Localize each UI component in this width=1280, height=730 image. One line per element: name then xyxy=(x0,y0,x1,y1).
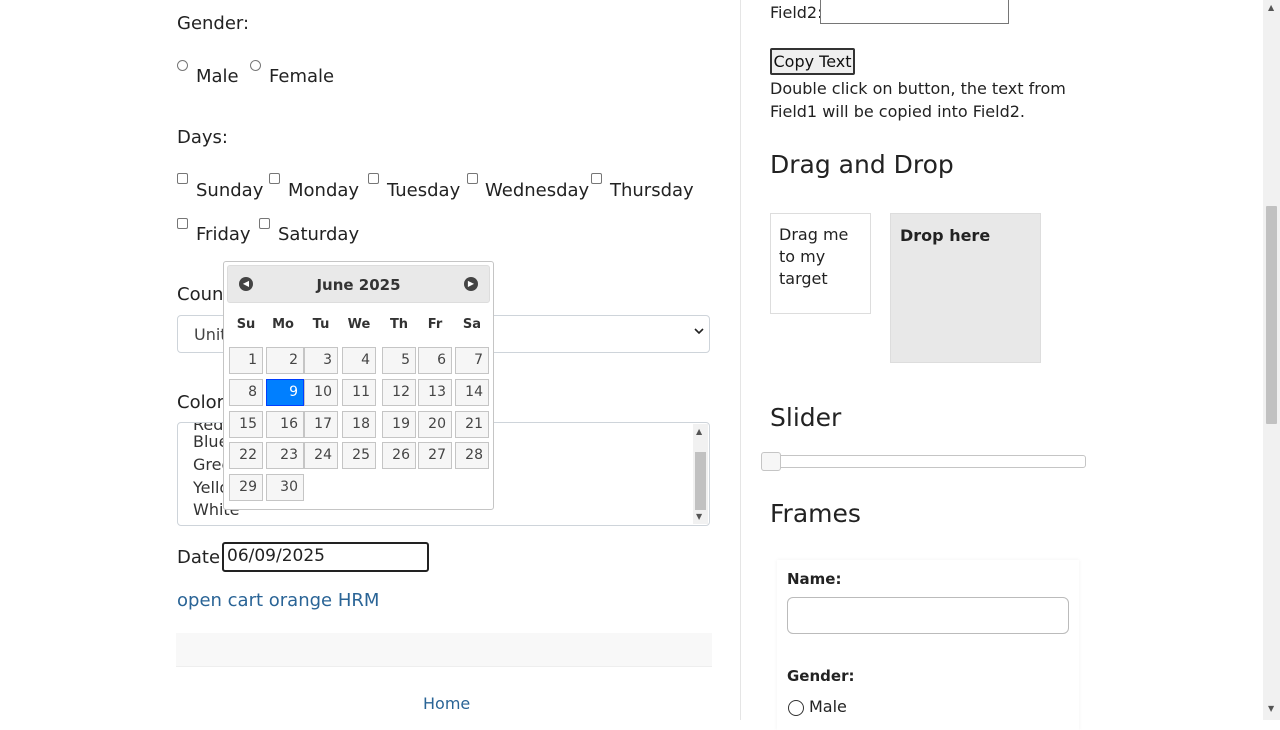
frame-male-label: Male xyxy=(809,697,847,716)
datepicker-day[interactable]: 29 xyxy=(229,474,263,501)
page-scrollbar[interactable]: ▲ ▼ xyxy=(1263,0,1280,720)
copy-help-text: Double click on button, the text from Fi… xyxy=(770,79,1066,121)
gender-male-radio[interactable] xyxy=(177,60,188,71)
field2-input[interactable] xyxy=(820,0,1009,24)
drop-target[interactable]: Drop here xyxy=(890,213,1041,363)
colors-scrollbar[interactable]: ▲ ▼ xyxy=(693,424,708,524)
datepicker-day[interactable]: 10 xyxy=(304,379,338,406)
datepicker-day[interactable]: 30 xyxy=(266,474,304,501)
gender-label: Gender: xyxy=(177,13,250,34)
colors-scroll-thumb[interactable] xyxy=(695,452,706,510)
day-saturday-label: Saturday xyxy=(278,224,360,245)
orange-hrm-link[interactable]: open cart orange HRM xyxy=(177,590,379,611)
day-monday-checkbox[interactable] xyxy=(269,173,280,184)
datepicker-day[interactable]: 18 xyxy=(342,411,376,438)
datepicker-day[interactable]: 5 xyxy=(382,347,416,374)
days-label: Days: xyxy=(177,127,228,148)
day-thursday-checkbox[interactable] xyxy=(591,173,602,184)
slider-heading: Slider xyxy=(770,403,842,432)
frame-male-radio[interactable] xyxy=(788,700,804,716)
gender-male-label: Male xyxy=(196,66,239,87)
frame-name-label: Name: xyxy=(787,570,842,588)
datepicker-day[interactable]: 27 xyxy=(418,442,452,469)
datepicker-day[interactable]: 21 xyxy=(455,411,489,438)
datepicker-day[interactable]: 12 xyxy=(382,379,416,406)
datepicker-day[interactable]: 2 xyxy=(266,347,304,374)
weekday-header: Tu xyxy=(312,317,330,332)
datepicker-day[interactable]: 6 xyxy=(418,347,452,374)
datepicker-day[interactable]: 1 xyxy=(229,347,263,374)
datepicker-day[interactable]: 23 xyxy=(266,442,304,469)
datepicker-header: ◀ June 2025 ▶ xyxy=(227,265,490,303)
draggable-box[interactable]: Drag me to my target xyxy=(770,213,871,314)
page-scroll-down-icon[interactable]: ▼ xyxy=(1268,704,1274,713)
day-sunday-checkbox[interactable] xyxy=(177,173,188,184)
datepicker-day[interactable]: 25 xyxy=(342,442,376,469)
weekday-header: Su xyxy=(236,317,256,332)
day-sunday-label: Sunday xyxy=(196,180,264,201)
weekday-header: Sa xyxy=(462,317,482,332)
slider-track[interactable] xyxy=(770,455,1086,468)
drag-drop-heading: Drag and Drop xyxy=(770,150,954,179)
day-thursday-label: Thursday xyxy=(610,180,694,201)
gender-female-label: Female xyxy=(269,66,335,87)
page-scroll-thumb[interactable] xyxy=(1266,206,1277,424)
day-wednesday-checkbox[interactable] xyxy=(467,173,478,184)
day-saturday-checkbox[interactable] xyxy=(259,218,270,229)
weekday-header: Fr xyxy=(427,317,443,332)
slider-handle[interactable] xyxy=(761,452,781,471)
copy-text-button[interactable]: Copy Text xyxy=(770,48,855,75)
datepicker-day[interactable]: 24 xyxy=(304,442,338,469)
country-selected-value: Unit xyxy=(194,325,227,344)
day-tuesday-label: Tuesday xyxy=(387,180,461,201)
field2-label: Field2: xyxy=(770,3,823,22)
page-scroll-up-icon[interactable]: ▲ xyxy=(1268,3,1274,12)
datepicker-day[interactable]: 3 xyxy=(304,347,338,374)
weekday-header: Mo xyxy=(272,317,294,332)
day-friday-label: Friday xyxy=(196,224,251,245)
gender-female-radio[interactable] xyxy=(250,60,261,71)
scroll-down-icon[interactable]: ▼ xyxy=(696,512,702,521)
chevron-right-icon[interactable]: ▶ xyxy=(464,277,478,291)
frames-heading: Frames xyxy=(770,499,861,528)
frame-name-input[interactable] xyxy=(787,597,1069,634)
day-monday-label: Monday xyxy=(288,180,360,201)
date-input[interactable]: 06/09/2025 xyxy=(222,542,429,572)
datepicker-day[interactable]: 9 xyxy=(266,379,304,406)
datepicker-day[interactable]: 17 xyxy=(304,411,338,438)
footer-band xyxy=(176,633,712,667)
frame-panel: Name: Gender: Male xyxy=(777,560,1079,730)
datepicker-day[interactable]: 16 xyxy=(266,411,304,438)
date-label: Date: xyxy=(177,547,227,568)
frame-gender-label: Gender: xyxy=(787,667,855,685)
weekday-header: We xyxy=(347,317,371,332)
datepicker-popup: ◀ June 2025 ▶ Su Mo Tu We Th Fr Sa 1 2 3 4 5 6 7 8 9 10 1… xyxy=(223,261,494,510)
datepicker-day[interactable]: 14 xyxy=(455,379,489,406)
footer-home-link[interactable]: Home xyxy=(423,694,470,713)
datepicker-day[interactable]: 22 xyxy=(229,442,263,469)
datepicker-month-year: June 2025 xyxy=(316,276,401,294)
datepicker-day[interactable]: 15 xyxy=(229,411,263,438)
chevron-down-icon xyxy=(693,325,705,341)
weekday-header: Th xyxy=(389,317,409,332)
datepicker-day[interactable]: 20 xyxy=(418,411,452,438)
day-friday-checkbox[interactable] xyxy=(177,218,188,229)
scroll-up-icon[interactable]: ▲ xyxy=(696,427,702,436)
datepicker-day[interactable]: 26 xyxy=(382,442,416,469)
column-divider xyxy=(740,0,741,720)
day-tuesday-checkbox[interactable] xyxy=(368,173,379,184)
datepicker-day[interactable]: 7 xyxy=(455,347,489,374)
datepicker-day[interactable]: 8 xyxy=(229,379,263,406)
datepicker-day[interactable]: 28 xyxy=(455,442,489,469)
datepicker-day[interactable]: 11 xyxy=(342,379,376,406)
datepicker-day[interactable]: 13 xyxy=(418,379,452,406)
datepicker-day[interactable]: 19 xyxy=(382,411,416,438)
datepicker-day[interactable]: 4 xyxy=(342,347,376,374)
day-wednesday-label: Wednesday xyxy=(485,180,590,201)
